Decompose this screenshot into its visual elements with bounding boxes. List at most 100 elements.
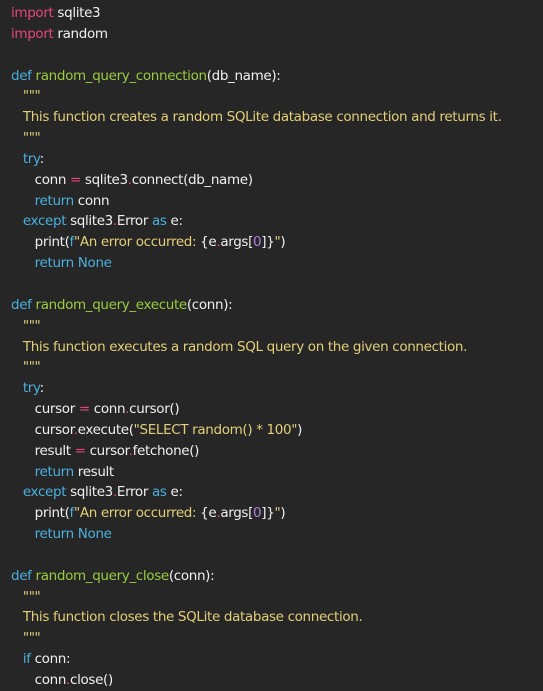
code-token: sqlite3 (80, 171, 128, 188)
code-token: random (53, 25, 108, 42)
code-line: if conn: (11, 649, 543, 670)
code-token: execute( (77, 421, 134, 438)
code-token: cursor (11, 421, 74, 438)
code-token: : (39, 380, 45, 397)
code-token: """ (22, 630, 41, 647)
code-token: as (152, 213, 167, 230)
code-token: (conn): (168, 567, 215, 584)
code-token: conn (11, 171, 70, 188)
code-token: ]} (261, 234, 275, 251)
code-token: cursor() (129, 401, 180, 418)
code-token: def (11, 567, 32, 584)
code-line: import sqlite3 (11, 3, 543, 24)
code-token: random_query_connection (35, 67, 208, 84)
code-token: "An error occurred: (73, 234, 201, 251)
code-token: None (77, 526, 112, 543)
code-token: args[ (220, 234, 254, 251)
code-line: """ (11, 587, 543, 608)
code-token: except (22, 213, 67, 230)
code-line: This function creates a random SQLite da… (11, 107, 543, 128)
code-token: (conn): (186, 296, 233, 313)
code-token: ]} (261, 505, 275, 522)
code-line: except sqlite3.Error as e: (11, 211, 543, 232)
code-token: connect(db_name) (131, 171, 253, 188)
code-token: This function closes the SQLite database… (22, 609, 363, 626)
code-line: try: (11, 378, 543, 399)
code-token: return (34, 255, 75, 272)
code-token: """ (22, 317, 41, 334)
code-line: This function closes the SQLite database… (11, 607, 543, 628)
code-line: import random (11, 24, 543, 45)
code-line: conn.close() (11, 670, 543, 691)
code-token: """ (22, 130, 41, 147)
code-line: This function executes a random SQL quer… (11, 337, 543, 358)
code-token: result (73, 463, 114, 480)
code-token: This function executes a random SQL quer… (22, 338, 468, 355)
code-token: ) (280, 234, 286, 251)
code-token: conn (11, 672, 67, 688)
code-token: Error (116, 213, 152, 230)
code-line: return None (11, 253, 543, 274)
code-token: """ (22, 88, 41, 105)
code-token: = (78, 401, 90, 418)
code-token: conn: (30, 651, 71, 668)
code-token: """ (22, 359, 41, 376)
code-token: {e (200, 505, 217, 522)
code-line: conn = sqlite3.connect(db_name) (11, 170, 543, 191)
code-token: "SELECT random() * 100" (133, 421, 298, 438)
code-token: None (77, 255, 112, 272)
code-token: import (11, 5, 54, 21)
code-token: if (22, 651, 31, 668)
code-line: return result (11, 462, 543, 483)
code-token: print( (11, 234, 70, 251)
code-line: except sqlite3.Error as e: (11, 482, 543, 503)
code-token: try (22, 150, 40, 167)
code-token: def (11, 296, 32, 313)
code-token: """ (22, 588, 41, 605)
code-token: import (11, 25, 54, 42)
code-token: "An error occurred: (73, 505, 201, 522)
code-token: cursor (85, 442, 129, 459)
code-token: return (34, 463, 75, 480)
code-line: return conn (11, 191, 543, 212)
code-line: result = cursor.fetchone() (11, 441, 543, 462)
code-token: ) (297, 421, 303, 438)
code-token: (db_name): (206, 67, 281, 84)
code-token: return (34, 526, 75, 543)
code-token: return (34, 192, 75, 209)
code-token: print( (11, 505, 70, 522)
code-line: """ (11, 357, 543, 378)
code-line: """ (11, 628, 543, 649)
code-token: as (152, 484, 167, 501)
code-line: """ (11, 128, 543, 149)
code-token: conn (89, 401, 126, 418)
code-line: print(f"An error occurred: {e.args[0]}") (11, 503, 543, 524)
code-editor[interactable]: import sqlite3 import random def random_qu… (0, 0, 543, 688)
code-token: sqlite3 (66, 213, 113, 230)
code-token: def (11, 67, 32, 84)
code-token: This function creates a random SQLite da… (22, 109, 502, 126)
code-token: args[ (220, 505, 254, 522)
code-line: def random_query_close(conn): (11, 566, 543, 587)
code-token: cursor (11, 401, 79, 418)
code-line: cursor = conn.cursor() (11, 399, 543, 420)
code-token: fetchone() (132, 442, 200, 459)
code-token: e: (166, 213, 184, 230)
code-token: close() (70, 672, 113, 688)
code-line: print(f"An error occurred: {e.args[0]}") (11, 232, 543, 253)
code-line: """ (11, 316, 543, 337)
